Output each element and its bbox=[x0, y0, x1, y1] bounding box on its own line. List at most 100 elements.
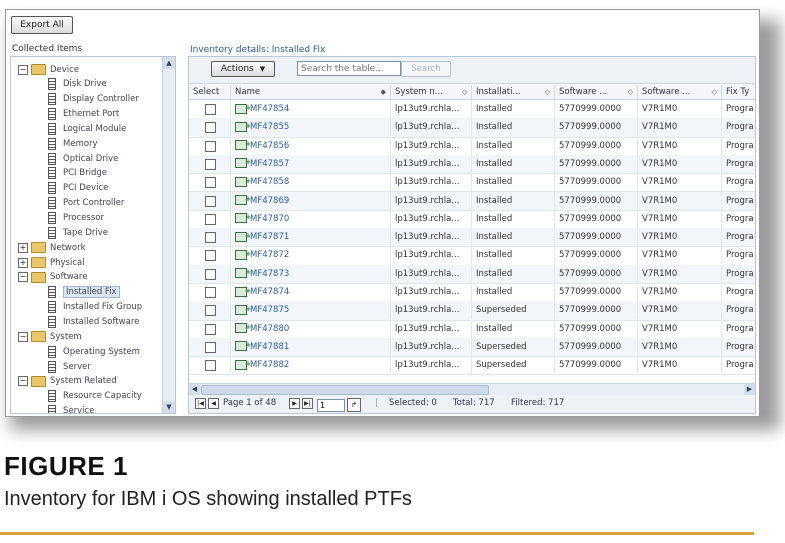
row-checkbox[interactable] bbox=[205, 140, 216, 152]
fix-name-link[interactable]: MF47855 bbox=[250, 122, 289, 132]
export-all-button[interactable]: Export All bbox=[11, 16, 73, 34]
row-checkbox[interactable] bbox=[205, 323, 216, 335]
tree-item[interactable]: Service bbox=[48, 404, 94, 413]
column-header[interactable]: Software ... ◇ bbox=[555, 85, 638, 99]
table-row[interactable]: MF47858 lp13ut9.rchla...Installed5770999.… bbox=[189, 173, 755, 193]
row-checkbox[interactable] bbox=[205, 232, 216, 244]
table-row[interactable]: MF47855 lp13ut9.rchla...Installed5770999.… bbox=[189, 118, 755, 138]
tree-item[interactable]: Ethernet Port bbox=[48, 107, 119, 122]
row-checkbox[interactable] bbox=[205, 341, 216, 353]
row-checkbox[interactable] bbox=[205, 158, 216, 170]
column-header[interactable]: Select bbox=[189, 85, 231, 99]
expand-icon[interactable]: + bbox=[18, 242, 28, 253]
tree-item[interactable]: − Device bbox=[18, 62, 79, 77]
scroll-left-icon[interactable]: ◀ bbox=[189, 384, 200, 395]
scroll-thumb[interactable] bbox=[201, 385, 489, 395]
row-checkbox[interactable] bbox=[205, 287, 216, 298]
table-row[interactable]: MF47882 lp13ut9.rchla...Superseded5770999… bbox=[189, 356, 755, 376]
tree-item[interactable]: Installed Fix Group bbox=[48, 300, 142, 315]
fix-name-link[interactable]: MF47857 bbox=[250, 159, 289, 169]
first-page-icon[interactable]: |◀ bbox=[195, 398, 206, 409]
table-row[interactable]: MF47874 lp13ut9.rchla...Installed5770999.… bbox=[189, 283, 755, 303]
fix-name-link[interactable]: MF47874 bbox=[250, 287, 289, 297]
row-checkbox[interactable] bbox=[205, 305, 216, 317]
tree-item[interactable]: Installed Software bbox=[48, 314, 139, 329]
row-checkbox[interactable] bbox=[205, 213, 216, 225]
fix-name-link[interactable]: MF47854 bbox=[250, 104, 289, 114]
tree-item[interactable]: − Software bbox=[18, 270, 87, 285]
table-row[interactable]: MF47872 lp13ut9.rchla...Installed5770999.… bbox=[189, 246, 755, 266]
column-header[interactable]: Software ... ◇ bbox=[638, 85, 722, 99]
table-row[interactable]: MF47854 lp13ut9.rchla...Installed5770999.… bbox=[189, 100, 755, 120]
column-header[interactable]: Name ◆ bbox=[231, 85, 391, 99]
expand-icon[interactable]: + bbox=[18, 257, 28, 268]
table-row[interactable]: MF47875 lp13ut9.rchla...Superseded5770999… bbox=[189, 301, 755, 321]
scroll-right-icon[interactable]: ▶ bbox=[744, 384, 755, 395]
collapse-icon[interactable]: − bbox=[18, 331, 28, 342]
row-checkbox[interactable] bbox=[205, 360, 216, 372]
table-search-input[interactable] bbox=[297, 61, 401, 76]
page-number-input[interactable] bbox=[317, 399, 345, 412]
table-row[interactable]: MF47856 lp13ut9.rchla...Installed5770999.… bbox=[189, 136, 755, 156]
tree-item[interactable]: Server bbox=[48, 359, 91, 374]
fix-name-link[interactable]: MF47869 bbox=[250, 196, 289, 206]
tree-item[interactable]: PCI Bridge bbox=[48, 166, 107, 181]
table-row[interactable]: MF47857 lp13ut9.rchla...Installed5770999.… bbox=[189, 154, 755, 175]
next-page-icon[interactable]: ▶ bbox=[289, 398, 300, 409]
column-header[interactable]: Fix Ty bbox=[722, 85, 755, 99]
last-page-icon[interactable]: ▶| bbox=[302, 398, 313, 409]
table-row[interactable]: MF47881 lp13ut9.rchla...Superseded5770999… bbox=[189, 337, 755, 358]
sort-icon[interactable]: ◇ bbox=[462, 85, 467, 99]
go-page-icon[interactable]: ↱ bbox=[347, 398, 361, 412]
table-row[interactable]: MF47870 lp13ut9.rchla...Installed5770999.… bbox=[189, 209, 755, 230]
fix-name-link[interactable]: MF47882 bbox=[250, 360, 289, 370]
row-checkbox[interactable] bbox=[205, 250, 216, 262]
row-checkbox[interactable] bbox=[205, 268, 216, 280]
fix-name-link[interactable]: MF47871 bbox=[250, 232, 289, 242]
scroll-down-icon[interactable]: ▼ bbox=[163, 401, 175, 413]
tree-item[interactable]: Resource Capacity bbox=[48, 389, 142, 404]
row-checkbox[interactable] bbox=[205, 195, 216, 207]
actions-dropdown[interactable]: Actions ▼ bbox=[211, 61, 275, 77]
sort-icon[interactable]: ◇ bbox=[545, 85, 550, 99]
row-checkbox[interactable] bbox=[205, 177, 216, 189]
fix-name-link[interactable]: MF47858 bbox=[250, 177, 289, 187]
tree-item[interactable]: Memory bbox=[48, 136, 98, 151]
table-row[interactable]: MF47873 lp13ut9.rchla...Installed5770999.… bbox=[189, 264, 755, 284]
column-header[interactable]: System n... ◇ bbox=[391, 85, 472, 99]
collapse-icon[interactable]: − bbox=[18, 376, 28, 387]
tree-item[interactable]: Installed Fix bbox=[48, 285, 120, 300]
row-checkbox[interactable] bbox=[205, 104, 216, 115]
horizontal-scrollbar[interactable]: ◀ ▶ bbox=[189, 383, 755, 395]
tree-item[interactable]: + Network bbox=[18, 240, 86, 255]
fix-name-link[interactable]: MF47872 bbox=[250, 250, 289, 260]
sort-icon[interactable]: ◇ bbox=[628, 85, 633, 99]
table-row[interactable]: MF47871 lp13ut9.rchla...Installed5770999.… bbox=[189, 228, 755, 248]
sort-icon[interactable]: ◆ bbox=[381, 85, 386, 99]
scroll-up-icon[interactable]: ▲ bbox=[163, 57, 175, 69]
tree-item[interactable]: + Physical bbox=[18, 255, 85, 270]
tree-item[interactable]: Logical Module bbox=[48, 121, 126, 136]
table-row[interactable]: MF47869 lp13ut9.rchla...Installed5770999.… bbox=[189, 191, 755, 211]
fix-name-link[interactable]: MF47856 bbox=[250, 141, 289, 151]
tree-item[interactable]: Optical Drive bbox=[48, 151, 118, 166]
tree-item[interactable]: Display Controller bbox=[48, 92, 139, 107]
fix-name-link[interactable]: MF47875 bbox=[250, 305, 289, 315]
tree-item[interactable]: − System bbox=[18, 329, 82, 344]
tree-item[interactable]: Processor bbox=[48, 211, 104, 226]
tree-item[interactable]: Tape Drive bbox=[48, 225, 108, 240]
fix-name-link[interactable]: MF47870 bbox=[250, 214, 289, 224]
search-button[interactable]: Search bbox=[401, 61, 451, 77]
collapse-icon[interactable]: − bbox=[18, 64, 28, 75]
row-checkbox[interactable] bbox=[205, 122, 216, 134]
tree-item[interactable]: Disk Drive bbox=[48, 77, 107, 92]
column-header[interactable]: Installati... ◇ bbox=[472, 85, 555, 99]
tree-scrollbar[interactable]: ▲ ▼ bbox=[162, 57, 175, 413]
tree-item[interactable]: PCI Device bbox=[48, 181, 108, 196]
fix-name-link[interactable]: MF47873 bbox=[250, 269, 289, 279]
table-row[interactable]: MF47880 lp13ut9.rchla...Installed5770999.… bbox=[189, 319, 755, 339]
tree-item[interactable]: − System Related bbox=[18, 374, 117, 389]
tree-item[interactable]: Port Controller bbox=[48, 196, 124, 211]
sort-icon[interactable]: ◇ bbox=[712, 85, 717, 99]
fix-name-link[interactable]: MF47881 bbox=[250, 342, 289, 352]
